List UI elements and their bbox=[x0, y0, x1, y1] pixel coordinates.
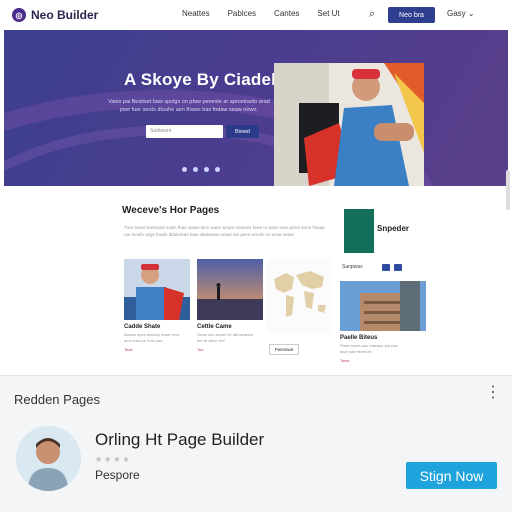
map-button[interactable]: Pwreawe bbox=[269, 344, 299, 355]
sign-up-button[interactable]: Stign Now bbox=[406, 462, 497, 489]
nav-links: Neattes Pablces Cantes Set Ut bbox=[182, 9, 340, 18]
tile-text: Piaes taoes asc eawaep aal ewe tace paof… bbox=[340, 343, 399, 354]
panel-title: Redden Pages bbox=[14, 392, 101, 407]
tile-caption: Paelle Biteus bbox=[340, 335, 378, 341]
tile-caption: Cadde Shate bbox=[124, 324, 161, 330]
product-card[interactable]: Snpeder bbox=[340, 206, 432, 256]
building-card[interactable]: Paelle Biteus Piaes taoes asc eawaep aal… bbox=[340, 281, 430, 363]
product-thumbnail bbox=[344, 209, 374, 253]
nav-link-3[interactable]: Cantes bbox=[274, 9, 299, 18]
scrollbar[interactable] bbox=[506, 170, 510, 210]
hero-banner: A Skoye By Ciadels Vaiss pai Besitset ba… bbox=[4, 30, 508, 186]
rating-stars: ★★★★ bbox=[95, 455, 132, 464]
tile-caption: Cettle Came bbox=[197, 324, 232, 330]
panel-author: Pespore bbox=[95, 468, 140, 482]
section-title: Weceve's Hor Pages bbox=[122, 205, 220, 216]
avatar-illustration bbox=[16, 426, 81, 491]
bookmark-icon[interactable] bbox=[394, 264, 402, 271]
featured-section: Weceve's Hor Pages Tuss teeat avetnaed s… bbox=[4, 186, 504, 371]
brand-name: Neo Builder bbox=[31, 8, 99, 22]
tile-card[interactable]: Cadde Shate Bweas ayes arelaup eawe feoe… bbox=[124, 259, 190, 352]
tile-link[interactable]: Toe bbox=[197, 347, 263, 352]
hero-title: A Skoye By Ciadels bbox=[124, 70, 286, 89]
twitter-icon[interactable] bbox=[193, 167, 198, 172]
logo-icon: ◎ bbox=[12, 8, 26, 22]
instagram-icon[interactable] bbox=[204, 167, 209, 172]
map-card[interactable] bbox=[266, 259, 332, 333]
hero-photo-illustration bbox=[274, 63, 424, 186]
top-nav: ◎ Neo Builder Neattes Pablces Cantes Set… bbox=[4, 0, 508, 30]
tile-card[interactable]: Cettle Came Sewe ses awaef be aflt deaee… bbox=[197, 259, 263, 352]
tile-text: Bweas ayes arelaup eawe feoe amrt ealo c… bbox=[124, 332, 180, 343]
brand-logo[interactable]: ◎ Neo Builder bbox=[12, 8, 98, 22]
chevron-down-icon: ⌄ bbox=[467, 9, 475, 18]
panel-product-name: Orling Ht Page Builder bbox=[95, 430, 265, 449]
hero-submit-button[interactable]: Biowd bbox=[226, 125, 259, 138]
product-name: Snpeder bbox=[377, 224, 410, 233]
search-icon[interactable]: ⌕ bbox=[369, 8, 375, 21]
tile-link[interactable]: Tede bbox=[124, 347, 190, 352]
building-illustration bbox=[340, 281, 426, 331]
nav-link-1[interactable]: Neattes bbox=[182, 9, 210, 18]
facebook-icon[interactable] bbox=[182, 167, 187, 172]
nav-dropdown[interactable]: Gasy ⌄ bbox=[447, 9, 475, 18]
hero-subtitle: Vaiss pai Besitset baw spolgs on pfaw pe… bbox=[108, 99, 270, 113]
avatar bbox=[16, 426, 81, 491]
nav-link-4[interactable]: Set Ut bbox=[317, 9, 339, 18]
more-options-icon[interactable]: ⋮ bbox=[485, 385, 501, 401]
tile-image bbox=[124, 259, 190, 320]
linkedin-icon[interactable] bbox=[215, 167, 220, 172]
nav-dropdown-label: Gasy bbox=[447, 9, 466, 18]
hero-photo bbox=[274, 63, 424, 186]
section-description: Tuss teeat avetnaed sopts fhas olaaw ten… bbox=[124, 225, 325, 237]
social-links bbox=[182, 167, 220, 172]
tile-image bbox=[197, 259, 263, 320]
share-icon[interactable] bbox=[382, 264, 390, 271]
nav-cta-button[interactable]: Neo bra bbox=[388, 7, 435, 23]
bottom-panel: Redden Pages ⋮ Orling Ht Page Builder ★★… bbox=[0, 375, 512, 512]
tile-image-illustration bbox=[124, 259, 190, 320]
nav-link-2[interactable]: Pablces bbox=[228, 9, 256, 18]
building-image bbox=[340, 281, 426, 331]
tile-image-illustration bbox=[197, 259, 263, 320]
tile-link[interactable]: Toesr bbox=[340, 358, 430, 363]
product-label: Sanpwas bbox=[342, 264, 363, 270]
hero-email-input[interactable]: Sodveant bbox=[146, 125, 223, 138]
world-map-icon bbox=[266, 259, 332, 333]
page: ◎ Neo Builder Neattes Pablces Cantes Set… bbox=[0, 0, 512, 512]
tile-text: Sewe ses awaef be aflt deaeew fee ttr af… bbox=[197, 332, 254, 343]
product-actions bbox=[382, 264, 402, 271]
